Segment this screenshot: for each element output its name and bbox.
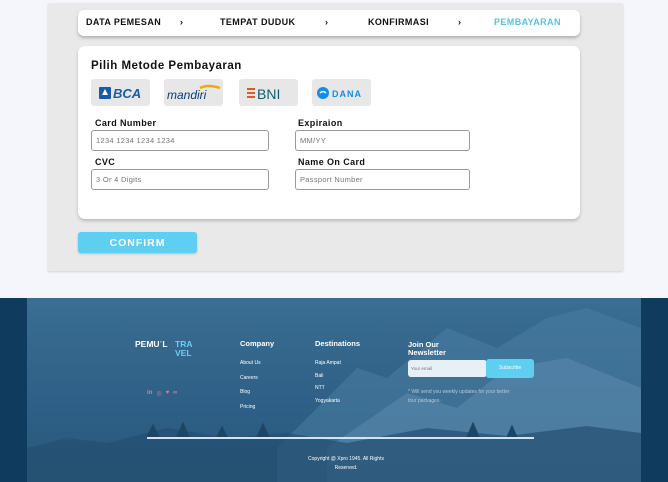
bank-option-bni[interactable]: BNI bbox=[239, 79, 298, 106]
footer-divider bbox=[147, 437, 534, 439]
footer-link-yogyakarta[interactable]: Yogyakarta bbox=[315, 398, 340, 404]
bni-logo-icon: BNI bbox=[246, 86, 280, 102]
footer-link-about[interactable]: About Us bbox=[240, 360, 261, 366]
footer-content: PEMUʾL TRA VEL in ◎ ♥ ∞ Company About Us… bbox=[27, 298, 641, 482]
bca-logo-icon: BCA bbox=[98, 86, 141, 101]
bank-option-bca[interactable]: BCA bbox=[91, 79, 150, 106]
name-on-card-input[interactable] bbox=[295, 169, 470, 190]
progress-steps: DATA PEMESAN › TEMPAT DUDUK › KONFIRMASI… bbox=[78, 10, 580, 36]
company-title: Company bbox=[240, 339, 275, 348]
name-on-card-label: Name On Card bbox=[298, 157, 366, 167]
bank-option-dana[interactable]: DANA bbox=[312, 79, 371, 106]
chevron-right-icon: › bbox=[325, 17, 329, 27]
step-pembayaran[interactable]: PEMBAYARAN bbox=[494, 17, 561, 27]
card-number-label: Card Number bbox=[95, 118, 157, 128]
logo-text-right: TRA VEL bbox=[175, 339, 193, 359]
expiration-input[interactable] bbox=[295, 130, 470, 151]
svg-text:DANA: DANA bbox=[332, 89, 362, 99]
mandiri-logo-icon: mandiri bbox=[167, 84, 220, 102]
cvc-label: CVC bbox=[95, 157, 116, 167]
copyright-text: Copyright @ Xpro 1945. All Rights Reserv… bbox=[308, 456, 384, 471]
newsletter-email-input[interactable] bbox=[408, 360, 487, 377]
step-konfirmasi[interactable]: KONFIRMASI bbox=[368, 17, 429, 27]
card-number-input[interactable] bbox=[91, 130, 269, 151]
payment-card: Pilih Metode Pembayaran BCA mandiri BNI … bbox=[78, 46, 580, 219]
twitter-icon[interactable]: ♥ bbox=[166, 390, 170, 397]
step-tempat-duduk[interactable]: TEMPAT DUDUK bbox=[220, 17, 295, 27]
newsletter-title: Join Our Newsletter bbox=[408, 340, 446, 358]
cvc-input[interactable] bbox=[91, 169, 269, 190]
svg-text:BNI: BNI bbox=[257, 86, 280, 102]
footer: PEMUʾL TRA VEL in ◎ ♥ ∞ Company About Us… bbox=[0, 298, 668, 482]
logo-text-left: PEMUʾL bbox=[135, 339, 168, 349]
linkedin-icon[interactable]: in bbox=[147, 390, 152, 397]
expiration-label: Expiraion bbox=[298, 118, 343, 128]
svg-text:mandiri: mandiri bbox=[167, 88, 207, 102]
footer-link-careers[interactable]: Careers bbox=[240, 375, 258, 381]
footer-link-bali[interactable]: Bali bbox=[315, 373, 323, 379]
svg-text:BCA: BCA bbox=[113, 86, 141, 101]
dribbble-icon[interactable]: ◎ bbox=[156, 390, 161, 397]
social-links: in ◎ ♥ ∞ bbox=[147, 390, 177, 397]
bank-option-mandiri[interactable]: mandiri bbox=[164, 79, 223, 106]
infinity-icon[interactable]: ∞ bbox=[173, 390, 177, 397]
chevron-right-icon: › bbox=[180, 17, 184, 27]
footer-link-raja-ampat[interactable]: Raja Ampat bbox=[315, 360, 341, 366]
step-data-pemesan[interactable]: DATA PEMESAN bbox=[86, 17, 161, 27]
footer-link-blog[interactable]: Blog bbox=[240, 389, 250, 395]
payment-title: Pilih Metode Pembayaran bbox=[91, 60, 242, 72]
dana-logo-icon: DANA bbox=[316, 86, 362, 99]
footer-link-pricing[interactable]: Pricing bbox=[240, 404, 255, 410]
chevron-right-icon: › bbox=[458, 17, 462, 27]
footer-link-ntt[interactable]: NTT bbox=[315, 385, 325, 391]
destinations-title: Destinations bbox=[315, 339, 361, 348]
newsletter-note: * Will send you weekly updates for your … bbox=[408, 389, 510, 404]
subscribe-button[interactable]: Subscribe bbox=[486, 359, 534, 378]
confirm-button[interactable]: CONFIRM bbox=[78, 232, 197, 253]
